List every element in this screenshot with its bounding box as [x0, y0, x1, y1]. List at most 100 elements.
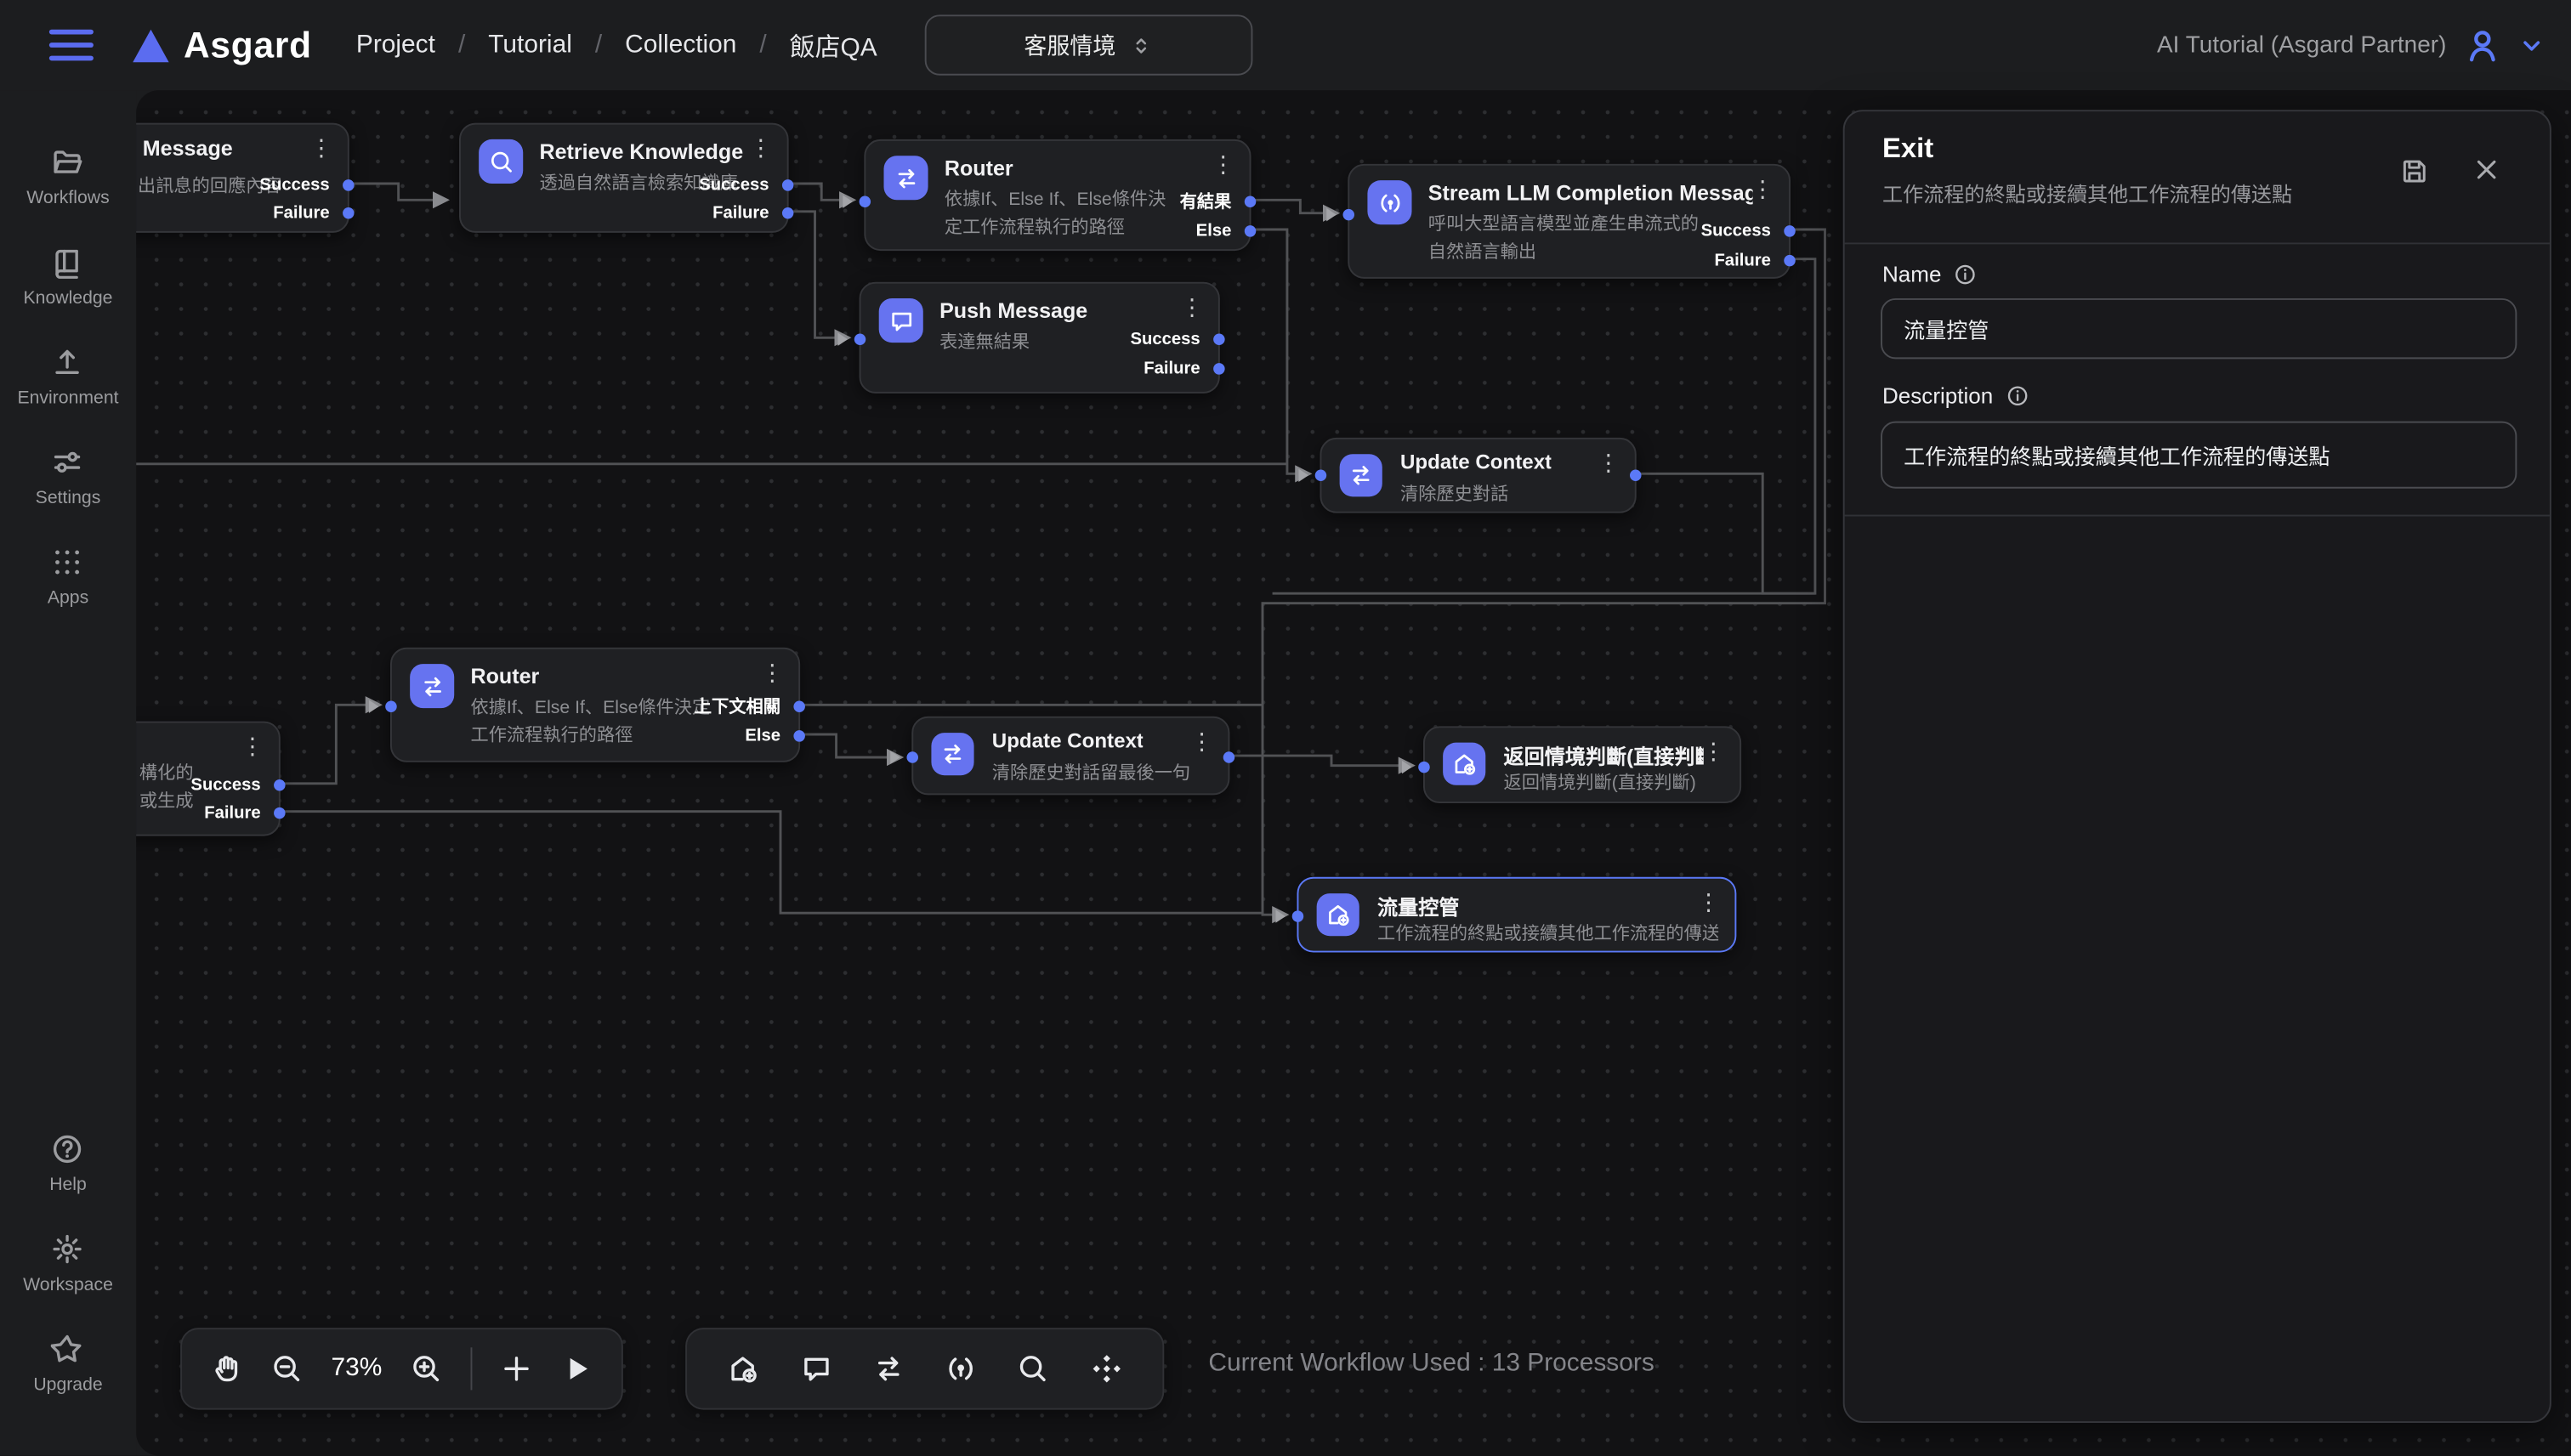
sidebar-item-workspace[interactable]: Workspace: [23, 1232, 113, 1295]
input-port-arrow-icon: [837, 332, 848, 345]
output-port[interactable]: [343, 207, 355, 219]
input-port[interactable]: [1342, 209, 1354, 220]
workflow-node-flow-control-exit[interactable]: 流量控管工作流程的終點或接續其他工作流程的傳送點⋮: [1297, 877, 1736, 953]
insert-move-button[interactable]: [1090, 1352, 1123, 1385]
node-menu-kebab-icon[interactable]: ⋮: [241, 734, 264, 757]
output-port[interactable]: [1223, 751, 1235, 762]
workflow-node-push-message[interactable]: Push Message表達無結果⋮SuccessFailure: [860, 282, 1220, 394]
workflow-node-router-bottom[interactable]: Router依據If、Else If、Else條件決定工作流程執行的路徑⋮上下文…: [390, 648, 800, 762]
output-port[interactable]: [1213, 363, 1225, 375]
topbar-right: AI Tutorial (Asgard Partner): [2157, 25, 2545, 65]
canvas-insert-toolbar: [685, 1328, 1164, 1409]
node-menu-kebab-icon[interactable]: ⋮: [1181, 295, 1204, 318]
star-icon: [52, 1333, 85, 1366]
breadcrumb-item-4[interactable]: 飯店QA: [790, 27, 877, 63]
output-port[interactable]: [782, 179, 794, 190]
logo-triangle-icon: [133, 29, 168, 62]
account-chevron-down-icon[interactable]: [2518, 32, 2545, 59]
insert-route-button[interactable]: [872, 1352, 905, 1385]
sidebar-item-workflows[interactable]: Workflows: [17, 146, 118, 208]
description-input[interactable]: [1881, 422, 2517, 489]
zoom-in-button[interactable]: [410, 1352, 443, 1385]
exit-node-icon: [1317, 893, 1359, 936]
node-menu-kebab-icon[interactable]: ⋮: [1190, 729, 1213, 752]
user-icon[interactable]: [2463, 25, 2502, 65]
node-description: 呼叫大型語言模型並產生串流式的自然語言輸出: [1428, 212, 1704, 266]
insert-stream-button[interactable]: [945, 1352, 978, 1385]
input-port-arrow-icon: [890, 751, 900, 763]
insert-exit-button[interactable]: [727, 1352, 760, 1385]
breadcrumb-item-1[interactable]: Project: [356, 31, 435, 60]
sidebar-nav: Workflows Knowledge Environment Settings App…: [0, 90, 136, 1455]
output-port[interactable]: [274, 807, 286, 819]
input-port[interactable]: [1292, 910, 1304, 922]
breadcrumb-item-3[interactable]: Collection: [625, 31, 736, 60]
edge-3: [789, 212, 849, 337]
edge-8: [1273, 259, 1815, 593]
output-port[interactable]: [1784, 225, 1796, 237]
node-menu-kebab-icon[interactable]: ⋮: [309, 136, 332, 159]
name-input[interactable]: [1881, 298, 2517, 359]
workflow-node-update-context-1[interactable]: Update Context清除歷史對話⋮: [1320, 438, 1636, 513]
node-title: Router: [945, 156, 1013, 180]
workflow-node-retrieve-knowledge[interactable]: Retrieve Knowledge透過自然語言檢索知識庫⋮SuccessFai…: [459, 123, 789, 233]
node-title: Update Context: [992, 729, 1144, 752]
workflow-node-router-top[interactable]: Router依據If、Else If、Else條件決定工作流程執行的路徑⋮有結果…: [864, 139, 1251, 251]
output-port[interactable]: [1630, 470, 1642, 481]
node-menu-kebab-icon[interactable]: ⋮: [1751, 177, 1774, 200]
input-port[interactable]: [860, 195, 871, 207]
input-port[interactable]: [906, 751, 918, 762]
brand-logo[interactable]: Asgard: [133, 24, 312, 66]
app-root: Message出訊息的回應內容⋮SuccessFailure Retrieve K…: [0, 0, 2571, 1456]
account-label: AI Tutorial (Asgard Partner): [2157, 32, 2446, 59]
output-port-label: Else: [745, 726, 780, 745]
zoom-out-button[interactable]: [270, 1352, 304, 1385]
breadcrumb-item-2[interactable]: Tutorial: [488, 31, 572, 60]
input-port[interactable]: [854, 333, 866, 345]
node-menu-kebab-icon[interactable]: ⋮: [749, 136, 772, 159]
hand-button[interactable]: [210, 1352, 243, 1385]
workflow-node-generator-clipped[interactable]: 構化的或生成⋮SuccessFailure: [136, 722, 281, 836]
output-port[interactable]: [1245, 225, 1257, 237]
output-port-label: Success: [1131, 330, 1200, 349]
input-port[interactable]: [1418, 762, 1429, 773]
close-icon[interactable]: [2472, 156, 2500, 191]
node-menu-kebab-icon[interactable]: ⋮: [761, 660, 784, 683]
sidebar-item-apps[interactable]: Apps: [17, 546, 118, 608]
output-port[interactable]: [1213, 333, 1225, 345]
insert-chat-button[interactable]: [799, 1352, 832, 1385]
sidebar-item-environment[interactable]: Environment: [17, 346, 118, 408]
play-button[interactable]: [560, 1352, 593, 1385]
node-inspector-panel: Exit 工作流程的終點或接續其他工作流程的傳送點 Name Descripti…: [1843, 110, 2551, 1423]
node-menu-kebab-icon[interactable]: ⋮: [1212, 152, 1234, 175]
input-port[interactable]: [385, 700, 397, 712]
output-port[interactable]: [793, 700, 804, 712]
insert-search-button[interactable]: [1017, 1352, 1050, 1385]
environment-select[interactable]: 客服情境: [925, 14, 1253, 75]
output-port[interactable]: [343, 179, 355, 190]
breadcrumb: Project/Tutorial/Collection/飯店QA: [356, 27, 877, 63]
sidebar-item-knowledge[interactable]: Knowledge: [17, 246, 118, 308]
output-port[interactable]: [782, 207, 794, 219]
node-title: Router: [470, 664, 539, 688]
output-port[interactable]: [793, 730, 804, 741]
input-port[interactable]: [1315, 470, 1327, 481]
node-menu-kebab-icon[interactable]: ⋮: [1697, 890, 1720, 913]
workflow-node-return-context-judge[interactable]: 返回情境判斷(直接判斷)返回情境判斷(直接判斷)⋮: [1423, 726, 1741, 803]
node-title: 返回情境判斷(直接判斷): [1503, 739, 1703, 771]
output-port[interactable]: [1784, 255, 1796, 267]
sidebar-item-settings[interactable]: Settings: [17, 446, 118, 508]
node-menu-kebab-icon[interactable]: ⋮: [1702, 739, 1725, 762]
sidebar-item-upgrade[interactable]: Upgrade: [33, 1333, 102, 1395]
sidebar-item-label: Apps: [48, 588, 88, 608]
workflow-node-stream-llm-completion-message[interactable]: Stream LLM Completion Message呼叫大型語言模型並產生…: [1348, 164, 1791, 279]
workflow-node-message-clipped[interactable]: Message出訊息的回應內容⋮SuccessFailure: [136, 123, 349, 233]
output-port[interactable]: [1245, 195, 1257, 207]
save-icon[interactable]: [2398, 156, 2430, 195]
plus-button[interactable]: [500, 1352, 533, 1385]
hamburger-menu-icon[interactable]: [49, 30, 94, 61]
sidebar-item-help[interactable]: Help: [49, 1133, 87, 1195]
workflow-node-update-context-2[interactable]: Update Context清除歷史對話留最後一句⋮: [911, 717, 1229, 796]
node-menu-kebab-icon[interactable]: ⋮: [1597, 450, 1620, 473]
output-port[interactable]: [274, 779, 286, 791]
